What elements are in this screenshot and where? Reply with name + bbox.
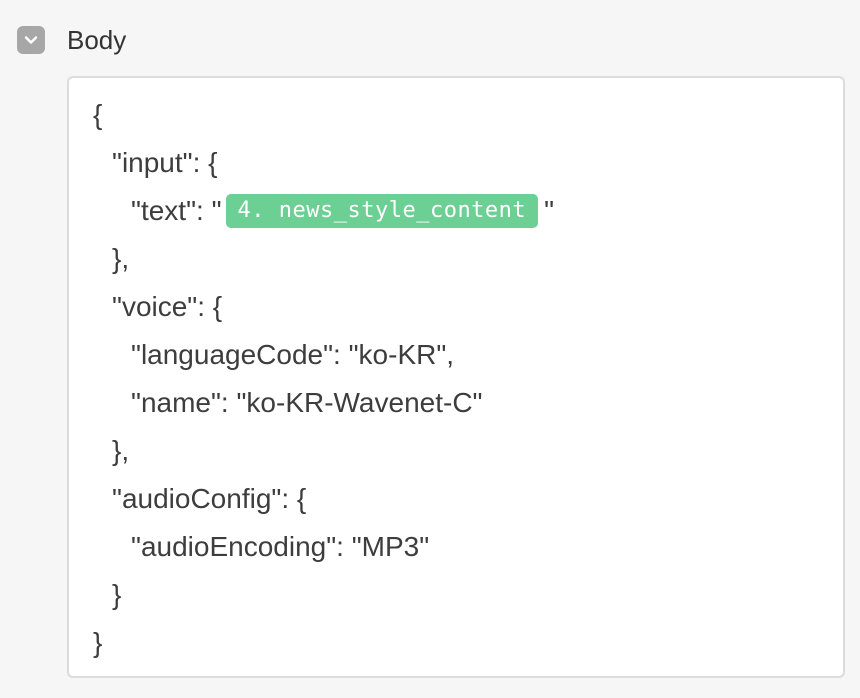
code-line: "voice": { — [112, 291, 223, 322]
code-line: }, — [112, 243, 130, 274]
chevron-down-icon — [24, 36, 38, 44]
code-line: } — [93, 627, 103, 658]
body-section-header: Body — [17, 24, 126, 56]
code-line: "audioConfig": { — [112, 483, 307, 514]
text-key: "text": " — [131, 195, 222, 226]
code-line: "input": { — [112, 147, 218, 178]
code-line: }, — [112, 435, 130, 466]
code-line: "languageCode": "ko-KR", — [131, 339, 455, 370]
code-line: } — [112, 579, 122, 610]
text-closing-quote: " — [544, 195, 555, 226]
section-title: Body — [67, 25, 127, 55]
variable-pill-news-style-content[interactable]: 4. news_style_content — [225, 194, 539, 228]
code-line: "name": "ko-KR-Wavenet-C" — [131, 387, 483, 418]
code-line-text: "text": " 4. news_style_content " — [131, 191, 554, 231]
body-json-editor[interactable]: { "input": { "text": " 4. news_style_cont… — [67, 76, 845, 678]
code-line: "audioEncoding": "MP3" — [131, 531, 430, 562]
collapse-toggle-button[interactable] — [17, 26, 45, 54]
code-line: { — [93, 99, 103, 130]
